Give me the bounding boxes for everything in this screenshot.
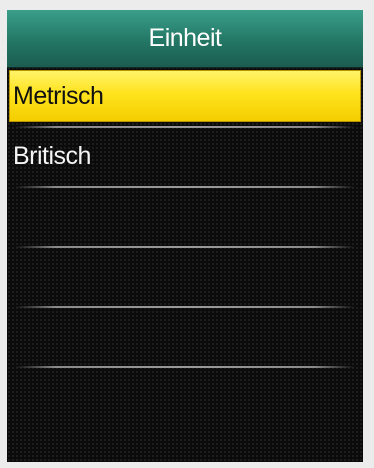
- option-item-metrisch[interactable]: Metrisch: [7, 68, 363, 128]
- option-label: Britisch: [13, 142, 91, 170]
- option-item-empty: [7, 368, 363, 428]
- option-list: Metrisch Britisch: [7, 68, 363, 462]
- option-item-empty: [7, 308, 363, 368]
- device-screen: Einheit Metrisch Britisch: [7, 10, 363, 462]
- option-item-empty: [7, 248, 363, 308]
- option-item-empty: [7, 188, 363, 248]
- page-title: Einheit: [148, 24, 222, 52]
- option-item-britisch[interactable]: Britisch: [7, 128, 363, 188]
- title-bar: Einheit: [7, 10, 363, 68]
- option-label: Metrisch: [13, 82, 104, 110]
- device-frame: Einheit Metrisch Britisch: [0, 0, 374, 468]
